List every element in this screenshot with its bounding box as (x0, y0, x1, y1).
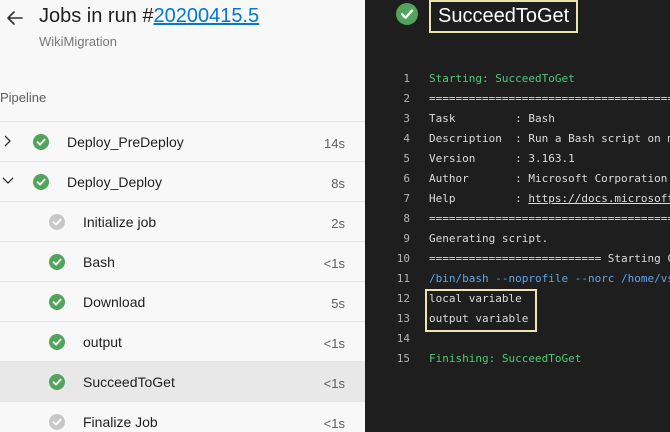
back-arrow-icon[interactable] (5, 8, 25, 28)
job-duration: 14s (324, 136, 345, 151)
section-label: Pipeline (0, 90, 47, 105)
page-title-prefix: Jobs in run # (39, 5, 154, 27)
log-panel: SucceedToGet 1 Starting: SucceedToGet 2 ==… (365, 0, 670, 432)
step-duration: <1s (323, 376, 345, 391)
step-label: Initialize job (83, 214, 157, 230)
line-number: 11 (396, 272, 410, 285)
log-line: 8 =======================================… (365, 209, 670, 229)
log-text: Generating script. (429, 232, 549, 245)
success-check-icon (49, 254, 65, 270)
job-label: Deploy_Deploy (67, 174, 162, 190)
pipeline-name: WikiMigration (39, 34, 118, 49)
log-line: 5 Version : 3.163.1 (365, 149, 670, 169)
log-line: 12 local variable (365, 289, 670, 309)
line-number: 8 (403, 212, 410, 225)
log-text: Version : 3.163.1 (429, 152, 575, 165)
log-line: 3 Task : Bash (365, 109, 670, 129)
step-duration: 2s (331, 216, 345, 231)
log-text: local variable (429, 292, 522, 305)
log-line: 14 (365, 329, 670, 349)
log-line: 7 Help : https://docs.microsoft.com (365, 189, 670, 209)
jobs-panel: Jobs in run #20200415.5 WikiMigration Pi… (0, 0, 365, 432)
job-list: Deploy_PreDeploy 14s Deploy_Deploy 8s In… (0, 121, 365, 432)
log-text: output variable (429, 312, 529, 325)
help-link[interactable]: https://docs.microsoft.com (528, 192, 670, 205)
success-check-icon (49, 334, 65, 350)
log-text: Task : Bash (429, 112, 555, 125)
success-check-icon (33, 134, 49, 150)
log-text: Author : Microsoft Corporation (429, 172, 668, 185)
log-line: 13 output variable (365, 309, 670, 329)
help-label: Help : (429, 192, 529, 205)
log-text: ========================== Starting Comm… (429, 252, 670, 265)
log-text: Description : Run a Bash script on macOS (429, 132, 670, 145)
line-number: 15 (396, 352, 410, 365)
line-number: 6 (403, 172, 410, 185)
skipped-check-icon (49, 214, 65, 230)
job-label: Deploy_PreDeploy (67, 134, 184, 150)
line-number: 9 (403, 232, 410, 245)
step-label: Finalize Job (83, 414, 158, 430)
skipped-check-icon (49, 414, 65, 430)
line-number: 1 (403, 72, 410, 85)
log-text: Starting: SucceedToGet (429, 72, 575, 85)
job-duration: 8s (331, 176, 345, 191)
log-text: /bin/bash --noprofile --norc /home/vsts/… (429, 272, 670, 285)
step-label: Bash (83, 254, 115, 270)
log-line: 1 Starting: SucceedToGet (365, 69, 670, 89)
step-row-output[interactable]: output <1s (0, 321, 365, 361)
step-duration: <1s (323, 416, 345, 431)
success-check-icon (49, 374, 65, 390)
chevron-right-icon[interactable] (1, 134, 15, 148)
pipeline-run-view: Jobs in run #20200415.5 WikiMigration Pi… (0, 0, 670, 432)
log-line: 10 ========================== Starting Co… (365, 249, 670, 269)
log-text: Help : https://docs.microsoft.com (429, 189, 670, 209)
step-label: SucceedToGet (83, 374, 175, 390)
success-check-icon (33, 174, 49, 190)
line-number: 13 (396, 312, 410, 325)
step-row-succeedtoget[interactable]: SucceedToGet <1s (0, 361, 365, 401)
log-text: ========================================… (429, 212, 670, 225)
log-line: 2 =======================================… (365, 89, 670, 109)
step-row-download[interactable]: Download 5s (0, 281, 365, 321)
line-number: 14 (396, 332, 410, 345)
line-number: 12 (396, 292, 410, 305)
job-row-deploy-predeploy[interactable]: Deploy_PreDeploy 14s (0, 121, 365, 161)
log-line: 6 Author : Microsoft Corporation (365, 169, 670, 189)
step-row-initialize-job[interactable]: Initialize job 2s (0, 201, 365, 241)
line-number: 7 (403, 192, 410, 205)
chevron-down-icon[interactable] (1, 174, 15, 188)
line-number: 4 (403, 132, 410, 145)
log-line: 15 Finishing: SucceedToGet (365, 349, 670, 369)
log-text: Finishing: SucceedToGet (429, 352, 582, 365)
step-row-bash[interactable]: Bash <1s (0, 241, 365, 281)
log-text: ========================================… (429, 92, 670, 105)
line-number: 3 (403, 112, 410, 125)
line-number: 10 (396, 252, 410, 265)
line-number: 5 (403, 152, 410, 165)
step-duration: <1s (323, 336, 345, 351)
page-title: Jobs in run #20200415.5 (39, 5, 259, 28)
step-label: Download (83, 294, 146, 310)
success-check-icon (49, 294, 65, 310)
run-number-link[interactable]: 20200415.5 (154, 5, 260, 27)
log-output: 1 Starting: SucceedToGet 2 ===============… (365, 69, 670, 369)
step-label: output (83, 334, 122, 350)
line-number: 2 (403, 92, 410, 105)
log-step-title: SucceedToGet (429, 0, 579, 33)
job-row-deploy-deploy[interactable]: Deploy_Deploy 8s (0, 161, 365, 201)
log-line: 4 Description : Run a Bash script on macO… (365, 129, 670, 149)
log-line: 9 Generating script. (365, 229, 670, 249)
success-check-icon (396, 3, 418, 25)
step-row-finalize-job[interactable]: Finalize Job <1s (0, 401, 365, 432)
log-line: 11/bin/bash --noprofile --norc /home/vst… (365, 269, 670, 289)
step-duration: 5s (331, 296, 345, 311)
step-duration: <1s (323, 256, 345, 271)
